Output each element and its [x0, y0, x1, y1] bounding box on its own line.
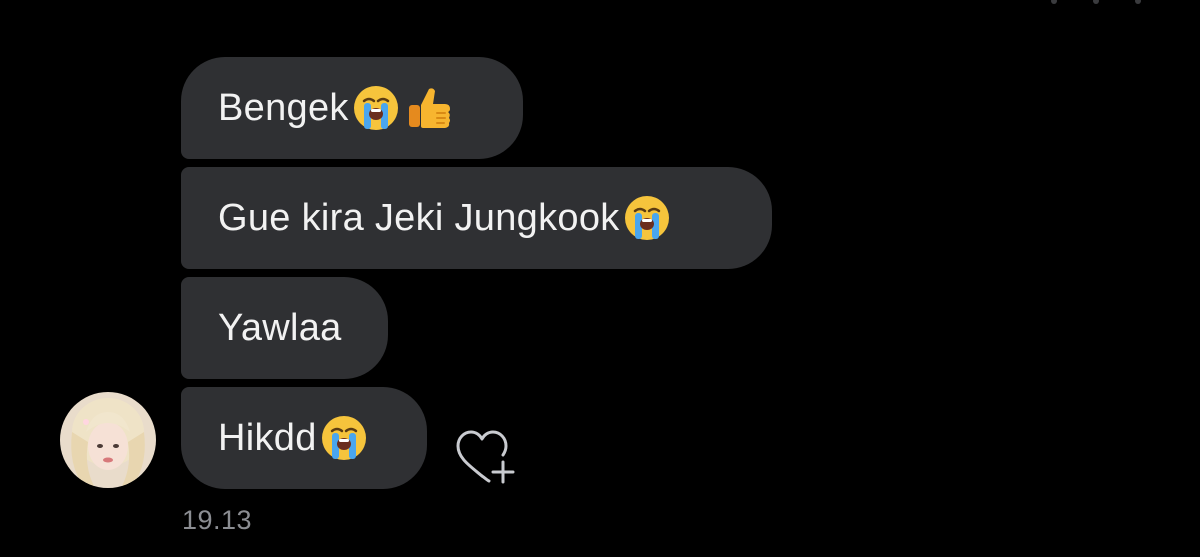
like-heart-add-icon[interactable] — [452, 426, 516, 486]
loudly-crying-face-icon — [351, 83, 401, 133]
message-bubble[interactable]: Bengek — [181, 57, 523, 159]
message-timestamp: 19.13 — [182, 505, 253, 535]
message-bubble[interactable]: Gue kira Jeki Jungkook — [181, 167, 772, 269]
message-text: Yawlaa — [218, 306, 342, 349]
message-text: Gue kira Jeki Jungkook — [218, 196, 620, 239]
loudly-crying-face-icon — [319, 413, 369, 463]
top-status-dots — [1046, 0, 1146, 4]
message-text: Hikdd — [218, 416, 317, 459]
thumbs-up-icon — [403, 83, 453, 133]
message-bubble[interactable]: Yawlaa — [181, 277, 388, 379]
message-bubble[interactable]: Hikdd — [181, 387, 427, 489]
avatar[interactable] — [60, 392, 156, 488]
loudly-crying-face-icon — [622, 193, 672, 243]
message-text: Bengek — [218, 86, 349, 129]
